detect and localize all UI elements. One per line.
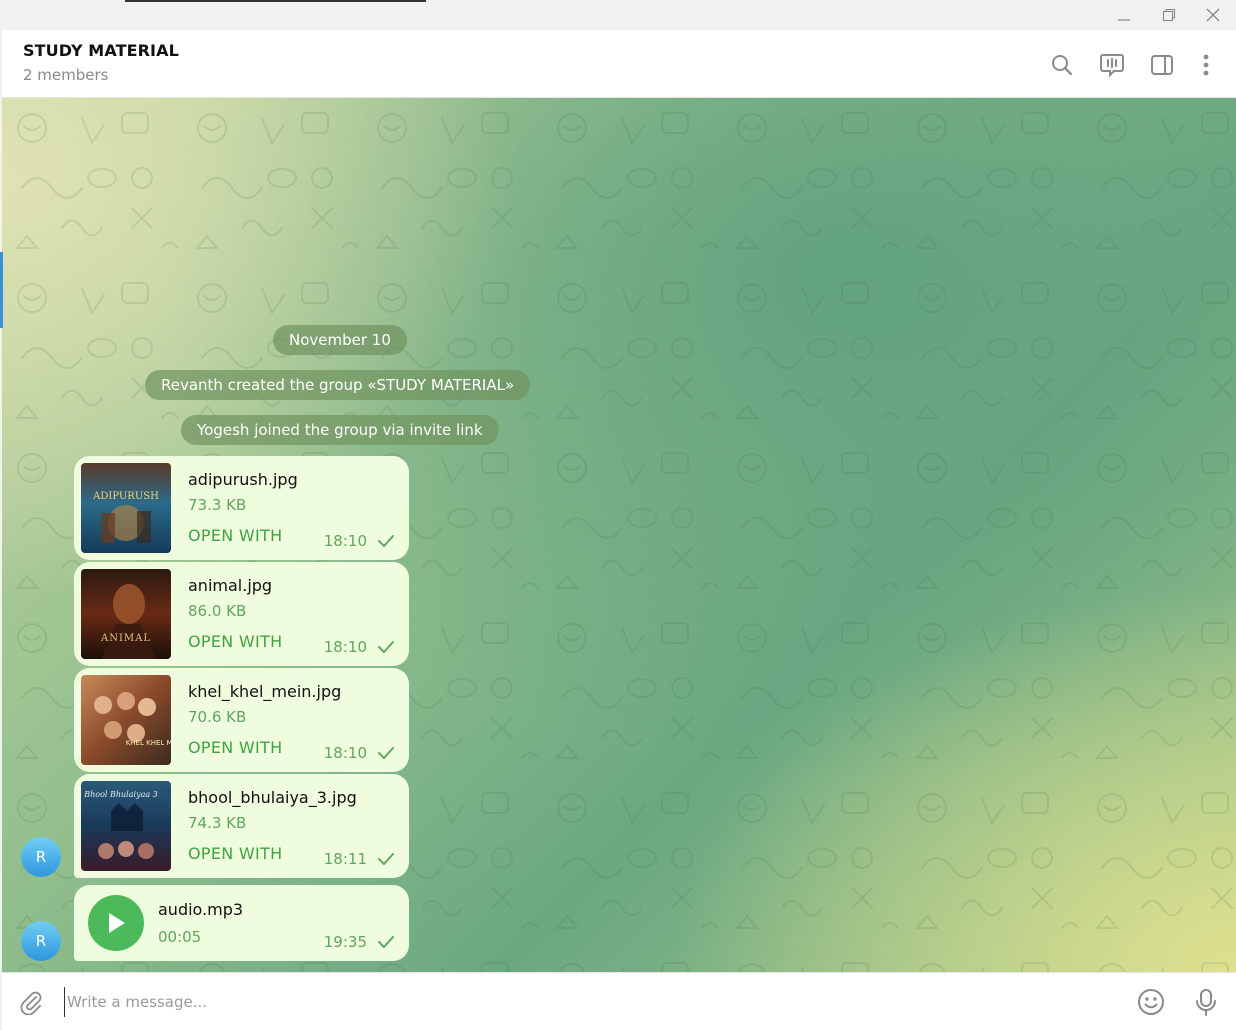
message-composer — [2, 972, 1236, 1030]
chat-header[interactable]: STUDY MATERIAL 2 members — [2, 30, 1236, 98]
file-message[interactable]: KHEL KHEL MEIN khel_khel_mein.jpg 70.6 K… — [74, 668, 409, 772]
file-name: adipurush.jpg — [188, 470, 298, 489]
chat-list-selection-indicator — [0, 252, 3, 328]
service-message-user-joined: Yogesh joined the group via invite link — [181, 415, 499, 445]
file-name: animal.jpg — [188, 576, 273, 595]
file-name: bhool_bhulaiya_3.jpg — [188, 788, 357, 807]
file-message[interactable]: ADIPURUSH adipurush.jpg 73.3 KB OPEN WIT… — [74, 456, 409, 560]
message-time: 18:10 — [323, 638, 367, 656]
titlebar-divider — [125, 0, 426, 2]
message-time: 19:35 — [323, 933, 367, 951]
message-input[interactable] — [64, 987, 1117, 1017]
avatar[interactable]: R — [21, 921, 61, 961]
thumbnail-caption: Bhool Bhulaiyaa 3 — [83, 790, 158, 799]
members-count[interactable]: 2 members — [23, 66, 109, 84]
open-with-button[interactable]: OPEN WITH — [188, 844, 282, 863]
audio-message[interactable]: audio.mp3 00:05 19:35 — [74, 885, 409, 961]
date-separator: November 10 — [273, 325, 407, 355]
file-size: 74.3 KB — [188, 814, 247, 832]
microphone-icon[interactable] — [1189, 985, 1223, 1019]
file-message[interactable]: Bhool Bhulaiyaa 3 bhool_bhulaiya_3.jpg 7… — [74, 774, 409, 878]
sent-check-icon — [378, 641, 394, 653]
file-message[interactable]: ANIMAL animal.jpg 86.0 KB OPEN WITH 18:1… — [74, 562, 409, 666]
emoji-icon[interactable] — [1134, 985, 1168, 1019]
file-size: 73.3 KB — [188, 496, 247, 514]
avatar[interactable]: R — [21, 837, 61, 877]
attach-icon[interactable] — [14, 985, 48, 1019]
chat-history[interactable]: November 10 Revanth created the group «S… — [2, 98, 1236, 972]
file-thumbnail-bhool-bhulaiya-3[interactable]: Bhool Bhulaiyaa 3 — [81, 781, 171, 871]
sent-check-icon — [378, 535, 394, 547]
audio-duration: 00:05 — [158, 928, 202, 946]
file-name: khel_khel_mein.jpg — [188, 682, 342, 701]
restore-icon[interactable] — [1156, 4, 1182, 26]
close-icon[interactable] — [1200, 4, 1226, 26]
play-icon[interactable] — [88, 895, 144, 951]
audio-name: audio.mp3 — [158, 900, 244, 919]
thumbnail-caption: ANIMAL — [100, 633, 151, 644]
message-time: 18:10 — [323, 744, 367, 762]
sent-check-icon — [378, 853, 394, 865]
file-thumbnail-animal[interactable]: ANIMAL — [81, 569, 171, 659]
sent-check-icon — [378, 936, 394, 948]
open-with-button[interactable]: OPEN WITH — [188, 526, 282, 545]
file-size: 86.0 KB — [188, 602, 247, 620]
service-message-group-created: Revanth created the group «STUDY MATERIA… — [145, 370, 531, 400]
open-with-button[interactable]: OPEN WITH — [188, 632, 282, 651]
search-icon[interactable] — [1047, 50, 1077, 80]
live-stream-icon[interactable] — [1097, 50, 1127, 80]
open-with-button[interactable]: OPEN WITH — [188, 738, 282, 757]
minimize-icon[interactable] — [1111, 4, 1137, 26]
side-panel-icon[interactable] — [1147, 50, 1177, 80]
sent-check-icon — [378, 747, 394, 759]
file-thumbnail-adipurush[interactable]: ADIPURUSH — [81, 463, 171, 553]
file-size: 70.6 KB — [188, 708, 247, 726]
chat-title[interactable]: STUDY MATERIAL — [23, 41, 179, 60]
thumbnail-caption: ADIPURUSH — [92, 491, 159, 502]
thumbnail-caption: KHEL KHEL MEIN — [126, 739, 171, 747]
window-titlebar — [0, 0, 1236, 30]
message-time: 18:11 — [323, 850, 367, 868]
file-thumbnail-khel-khel-mein[interactable]: KHEL KHEL MEIN — [81, 675, 171, 765]
more-vert-icon[interactable] — [1191, 50, 1221, 80]
message-time: 18:10 — [323, 532, 367, 550]
